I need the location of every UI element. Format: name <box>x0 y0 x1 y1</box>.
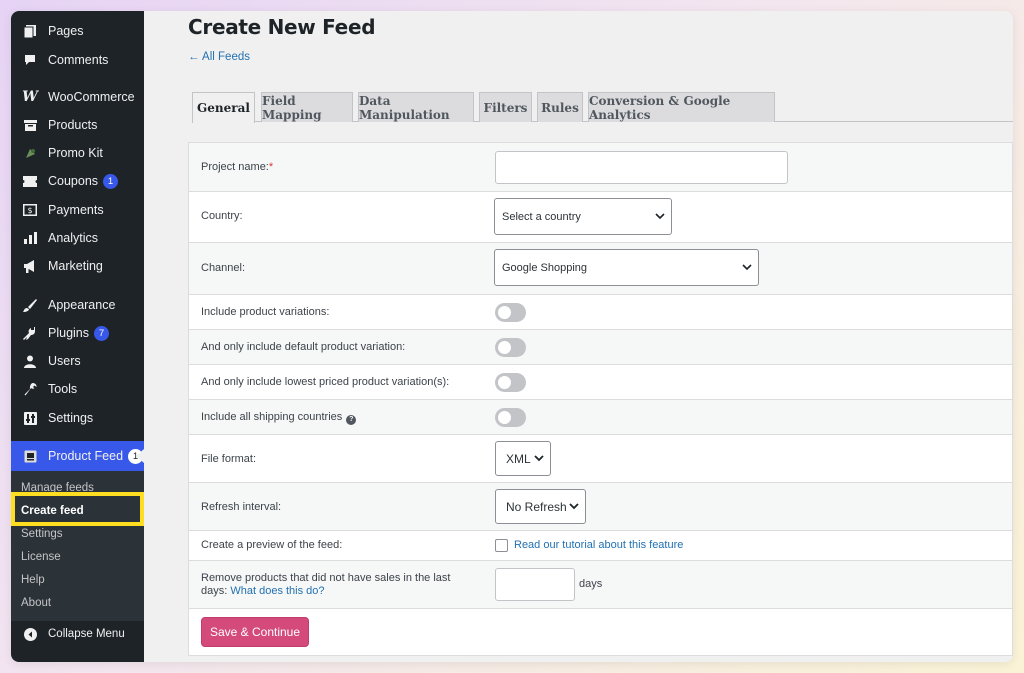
sidebar-item-appearance[interactable]: Appearance <box>11 291 144 319</box>
default-variation-label: And only include default product variati… <box>201 341 406 353</box>
sidebar-item-pages[interactable]: Pages <box>11 17 144 45</box>
appearance-icon <box>20 297 40 313</box>
pages-icon <box>20 23 40 39</box>
tab-conversion-analytics[interactable]: Conversion & Google Analytics <box>588 92 775 122</box>
remove-products-label: Remove products that did not have sales … <box>201 572 451 597</box>
days-unit-label: days <box>579 578 603 590</box>
channel-label: Channel: <box>201 262 246 274</box>
row-country: Country: Select a country <box>189 192 1012 243</box>
country-label: Country: <box>201 210 243 222</box>
plugins-badge: 7 <box>94 325 109 341</box>
row-file-format: File format: XML <box>189 435 1012 483</box>
page-title: Create New Feed <box>188 15 376 39</box>
lowest-variation-label: And only include lowest priced product v… <box>201 376 450 388</box>
what-does-this-do-link[interactable]: What does this do? <box>230 585 324 597</box>
sidebar-item-payments[interactable]: $ Payments <box>11 196 144 224</box>
tab-bar: General Field Mapping Data Manipulation … <box>192 92 1013 123</box>
row-shipping-countries: Include all shipping countries? <box>189 400 1012 435</box>
svg-text:$: $ <box>27 206 32 215</box>
active-arrow <box>136 449 144 463</box>
woocommerce-icon: W <box>22 89 38 105</box>
tab-data-manipulation[interactable]: Data Manipulation <box>358 92 474 122</box>
collapse-menu-button[interactable]: Collapse Menu <box>11 620 144 648</box>
tab-filters[interactable]: Filters <box>479 92 532 122</box>
sidebar-item-coupons[interactable]: Coupons 1 <box>11 167 144 195</box>
products-icon <box>20 117 40 133</box>
tools-icon <box>20 381 40 397</box>
include-variations-toggle[interactable] <box>495 303 526 322</box>
sidebar-item-comments[interactable]: Comments <box>11 46 144 74</box>
days-input[interactable] <box>495 568 575 601</box>
preview-checkbox[interactable] <box>495 539 508 552</box>
sidebar-item-analytics[interactable]: Analytics <box>11 224 144 252</box>
highlight-box <box>11 492 144 526</box>
tutorial-link[interactable]: Read our tutorial about this feature <box>514 539 683 551</box>
row-default-variation: And only include default product variati… <box>189 330 1012 365</box>
row-channel: Channel: Google Shopping <box>189 243 1012 295</box>
sidebar-item-tools[interactable]: Tools <box>11 375 144 403</box>
default-variation-toggle[interactable] <box>495 338 526 357</box>
main-content: Create New Feed ← All Feeds General Fiel… <box>144 11 1013 662</box>
analytics-icon <box>20 230 40 246</box>
submenu-about[interactable]: About <box>11 591 144 614</box>
chevron-down-icon <box>742 263 752 270</box>
chevron-down-icon <box>534 454 544 461</box>
coupons-icon <box>20 173 40 189</box>
row-include-variations: Include product variations: <box>189 295 1012 330</box>
refresh-interval-select[interactable]: No Refresh <box>495 489 586 524</box>
file-format-select[interactable]: XML <box>495 441 551 476</box>
include-variations-label: Include product variations: <box>201 306 330 318</box>
help-icon[interactable]: ? <box>346 415 357 425</box>
submenu-help[interactable]: Help <box>11 568 144 591</box>
row-preview: Create a preview of the feed: Read our t… <box>189 531 1012 561</box>
shipping-countries-toggle[interactable] <box>495 408 526 427</box>
chevron-down-icon <box>655 212 665 219</box>
refresh-interval-label: Refresh interval: <box>201 501 282 513</box>
row-remove-products: Remove products that did not have sales … <box>189 561 1012 609</box>
marketing-icon <box>20 258 40 274</box>
admin-sidebar: Pages Comments W WooCommerce Products Pr… <box>11 11 144 662</box>
sidebar-item-promo-kit[interactable]: Promo Kit <box>11 139 144 167</box>
channel-select[interactable]: Google Shopping <box>494 249 759 286</box>
sidebar-item-product-feed[interactable]: Product Feed 1 <box>11 441 144 471</box>
settings-icon <box>20 410 40 426</box>
collapse-icon <box>20 626 40 642</box>
feed-form: Project name:* Country: Select a country… <box>188 142 1013 656</box>
preview-label: Create a preview of the feed: <box>201 539 343 551</box>
sidebar-item-settings[interactable]: Settings <box>11 404 144 432</box>
lowest-variation-toggle[interactable] <box>495 373 526 392</box>
file-format-label: File format: <box>201 453 257 465</box>
payments-icon: $ <box>20 202 40 218</box>
tab-rules[interactable]: Rules <box>537 92 583 122</box>
project-name-input[interactable] <box>495 151 788 184</box>
tab-field-mapping[interactable]: Field Mapping <box>261 92 353 122</box>
comments-icon <box>20 52 40 68</box>
tab-general[interactable]: General <box>192 92 255 123</box>
row-lowest-variation: And only include lowest priced product v… <box>189 365 1012 400</box>
row-save: Save & Continue <box>189 609 1012 655</box>
users-icon <box>20 353 40 369</box>
submenu-license[interactable]: License <box>11 545 144 568</box>
sidebar-item-products[interactable]: Products <box>11 111 144 139</box>
save-continue-button[interactable]: Save & Continue <box>201 617 309 647</box>
chevron-down-icon <box>569 502 579 509</box>
sidebar-item-users[interactable]: Users <box>11 347 144 375</box>
row-project-name: Project name:* <box>189 143 1012 192</box>
country-select[interactable]: Select a country <box>494 198 672 235</box>
row-refresh-interval: Refresh interval: No Refresh <box>189 483 1012 531</box>
plugins-icon <box>20 325 40 341</box>
sidebar-item-woocommerce[interactable]: W WooCommerce <box>11 83 144 111</box>
all-feeds-link[interactable]: ← All Feeds <box>188 51 250 63</box>
app-window: Pages Comments W WooCommerce Products Pr… <box>11 11 1013 662</box>
sidebar-item-plugins[interactable]: Plugins 7 <box>11 319 144 347</box>
project-name-label: Project name:* <box>201 161 274 173</box>
promo-kit-icon <box>20 145 40 161</box>
sidebar-item-marketing[interactable]: Marketing <box>11 252 144 280</box>
coupons-badge: 1 <box>103 173 119 189</box>
product-feed-icon <box>20 448 40 464</box>
shipping-countries-label: Include all shipping countries? <box>201 411 357 425</box>
